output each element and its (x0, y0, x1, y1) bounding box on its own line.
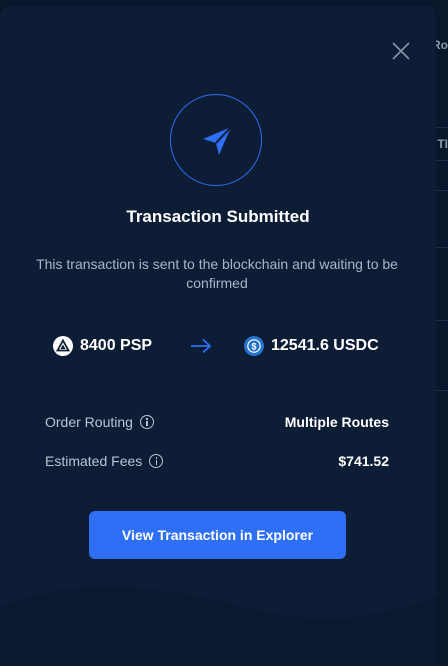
background-column-header: TI (437, 137, 448, 151)
from-amount: 8400 PSP (80, 337, 153, 354)
background-divider (434, 190, 448, 191)
close-icon (392, 42, 410, 60)
order-routing-value: Multiple Routes (284, 414, 389, 430)
background-divider (434, 390, 448, 391)
view-in-explorer-button[interactable]: View Transaction in Explorer (89, 511, 346, 559)
estimated-fees-row: Estimated Fees $741.52 (45, 451, 389, 473)
modal-subtitle: This transaction is sent to the blockcha… (36, 256, 398, 291)
background-divider (434, 127, 448, 128)
to-token: $ 12541.6 USDC (244, 328, 379, 364)
psp-token-icon (53, 336, 73, 356)
background-divider (434, 320, 448, 321)
decorative-wave (0, 587, 436, 666)
modal-title: Transaction Submitted (126, 207, 310, 226)
background-divider (434, 160, 448, 161)
order-routing-label: Order Routing (45, 414, 133, 430)
info-icon[interactable] (149, 454, 164, 468)
status-icon-circle (170, 94, 262, 186)
paper-plane-icon (203, 126, 232, 155)
to-amount: 12541.6 USDC (271, 337, 379, 354)
estimated-fees-value: $741.52 (338, 453, 389, 469)
estimated-fees-label: Estimated Fees (45, 453, 143, 469)
usdc-token-icon: $ (244, 336, 264, 356)
order-routing-row: Order Routing Multiple Routes (45, 412, 389, 434)
from-token: 8400 PSP (53, 328, 152, 364)
svg-text:$: $ (251, 341, 256, 351)
info-icon[interactable] (139, 415, 154, 429)
background-divider (434, 247, 448, 248)
arrow-right-icon (191, 338, 212, 354)
transaction-submitted-modal: Transaction Submitted This transaction i… (0, 6, 436, 666)
close-button[interactable] (388, 38, 414, 64)
swap-summary: 8400 PSP $ 12541.6 USDC (0, 328, 436, 364)
